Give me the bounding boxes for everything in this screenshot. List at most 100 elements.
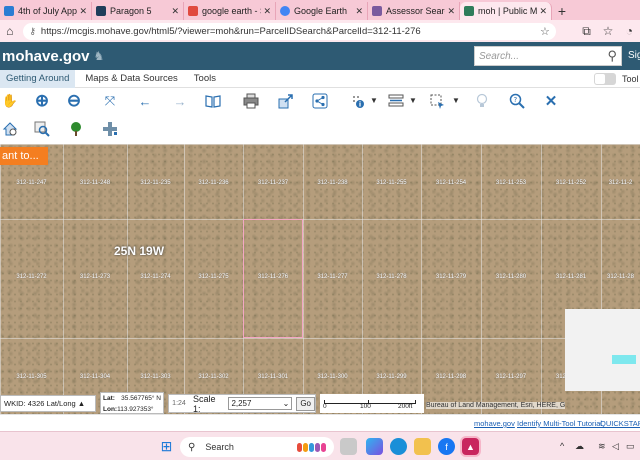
tab-close-icon[interactable]: ✕ [263,6,271,17]
tab-maps-data-sources[interactable]: Maps & Data Sources [79,70,183,88]
i-want-to-button[interactable]: ant to... [0,147,48,165]
url-field[interactable]: ⚷ https://mcgis.mohave.gov/html5/?viewer… [23,22,556,40]
selected-parcel-outline[interactable] [243,219,303,338]
parcel-label[interactable]: 312-11-254 [436,180,466,186]
home-search-icon[interactable] [0,120,20,138]
parcel-label[interactable]: 312-11-278 [376,274,406,280]
parcel-label[interactable]: 312-11-281 [556,274,586,280]
zoom-out-icon[interactable]: ⊖ [64,91,84,110]
parcel-label[interactable]: 312-11-279 [436,274,466,280]
browser-tab-active[interactable]: moh | Public Map \✕ [460,2,552,20]
new-tab-button[interactable]: + [552,2,572,20]
query-icon[interactable] [32,120,52,138]
footer-link-quickstart[interactable]: QUICKSTART [600,419,640,428]
parcel-label[interactable]: 312-11-273 [80,274,110,280]
scale-go-button[interactable]: Go [296,396,315,411]
parcel-label[interactable]: 312-11-277 [317,274,347,280]
volume-icon[interactable]: ◁ [612,441,619,452]
active-app-icon[interactable]: ▲ [462,438,479,455]
parcel-label[interactable]: 312-11-300 [317,374,347,380]
taskbar-search[interactable]: ⚲ Search [180,437,334,457]
parcel-label[interactable]: 312-11-272 [16,274,46,280]
parcel-label[interactable]: 312-11-252 [556,180,586,186]
favorites-icon[interactable]: ☆ [597,24,618,38]
edge-browser-icon[interactable] [390,438,407,455]
parcel-label[interactable]: 312-11-301 [258,374,288,380]
footer-link-mohave[interactable]: mohave.gov [474,419,515,428]
measure-icon[interactable] [386,92,406,110]
parcel-label[interactable]: 312-11-247 [16,180,46,186]
scale-select[interactable]: 2,257 ⌄ [228,397,293,410]
tips-icon[interactable] [472,92,492,110]
measure-dropdown-icon[interactable]: ▼ [409,96,417,105]
print-icon[interactable] [241,92,261,110]
identify-icon[interactable] [348,92,368,110]
sign-in-link[interactable]: Sig [628,50,640,61]
wkid-selector[interactable]: WKID: 4326 Lat/Long ▲ [0,395,96,412]
parcel-label[interactable]: 312-11-275 [198,274,228,280]
zoom-in-icon[interactable]: ⊕ [32,91,52,110]
parcel-label[interactable]: 312-11-280 [496,274,526,280]
full-extent-icon[interactable]: ⤧ [100,92,120,110]
parcel-label[interactable]: 312-11-303 [140,374,170,380]
parcel-label[interactable]: 312-11-237 [258,180,288,186]
tool-toggle[interactable] [594,73,616,85]
parcel-label[interactable]: 312-11-274 [140,274,170,280]
bookmark-star-icon[interactable]: ☆ [540,25,550,38]
export-icon[interactable] [276,92,296,110]
parcel-label[interactable]: 312-11-299 [376,374,406,380]
parcel-label[interactable]: 312-11-298 [436,374,466,380]
tab-getting-around[interactable]: Getting Around [0,69,76,88]
home-icon[interactable]: ⌂ [0,24,19,38]
map-canvas[interactable]: 312-11-247 312-11-248 312-11-235 312-11-236… [0,144,640,414]
parcel-label[interactable]: 312-11-238 [317,180,347,186]
previous-extent-icon[interactable]: ← [135,92,155,110]
tree-layer-icon[interactable] [66,120,86,138]
wkid-caret-icon[interactable]: ▲ [78,399,85,408]
task-view-icon[interactable] [340,438,357,455]
footer-link-tutorial[interactable]: Identify Multi-Tool Tutorial [517,419,602,428]
identify-dropdown-icon[interactable]: ▼ [370,96,378,105]
tab-close-icon[interactable]: ✕ [171,6,179,17]
tab-close-icon[interactable]: ✕ [539,6,547,17]
tab-tools[interactable]: Tools [188,70,222,88]
browser-tab[interactable]: Paragon 5 ✕ [92,2,184,20]
overview-chip[interactable] [612,355,636,364]
bookmarks-icon[interactable] [203,92,223,110]
facebook-icon[interactable]: f [438,438,455,455]
site-search-input[interactable]: Search... ⚲ [474,46,622,66]
overview-panel[interactable] [565,309,640,391]
parcel-label[interactable]: 312-11-305 [16,374,46,380]
copilot-icon[interactable] [366,438,383,455]
next-extent-icon[interactable]: → [170,92,190,110]
wifi-icon[interactable]: ≋ [598,441,606,452]
draw-plus-icon[interactable] [100,120,120,138]
onedrive-icon[interactable]: ☁ [575,441,584,452]
browser-tab[interactable]: Assessor Search | I✕ [368,2,460,20]
site-brand[interactable]: mohave.gov [2,48,90,65]
parcel-label[interactable]: 312-11-302 [198,374,228,380]
file-explorer-icon[interactable] [414,438,431,455]
parcel-label[interactable]: 312-11-2 [609,180,633,186]
parcel-label[interactable]: 312-11-236 [198,180,228,186]
battery-icon[interactable]: ▭ [626,441,635,452]
search-icon[interactable]: ⚲ [607,48,617,64]
select-dropdown-icon[interactable]: ▼ [452,96,460,105]
extensions-icon[interactable]: ⧉ [576,24,597,39]
site-info-icon[interactable]: ⚷ [29,26,36,37]
tab-close-icon[interactable]: ✕ [355,6,363,17]
share-icon[interactable] [310,92,330,110]
find-icon[interactable]: ? [507,92,527,110]
tab-close-icon[interactable]: ✕ [79,6,87,17]
close-icon[interactable]: ✕ [541,92,561,110]
browser-tab[interactable]: google earth - Sear✕ [184,2,276,20]
parcel-label[interactable]: 312-11-28 [607,274,634,280]
parcel-label[interactable]: 312-11-253 [496,180,526,186]
parcel-label[interactable]: 312-11-255 [376,180,406,186]
parcel-label[interactable]: 312-11-248 [80,180,110,186]
tray-overflow-icon[interactable]: ^ [560,441,564,451]
parcel-label[interactable]: 312-11-304 [80,374,110,380]
select-icon[interactable] [427,92,447,110]
browser-tab[interactable]: Google Earth ✕ [276,2,368,20]
tab-close-icon[interactable]: ✕ [447,6,455,17]
